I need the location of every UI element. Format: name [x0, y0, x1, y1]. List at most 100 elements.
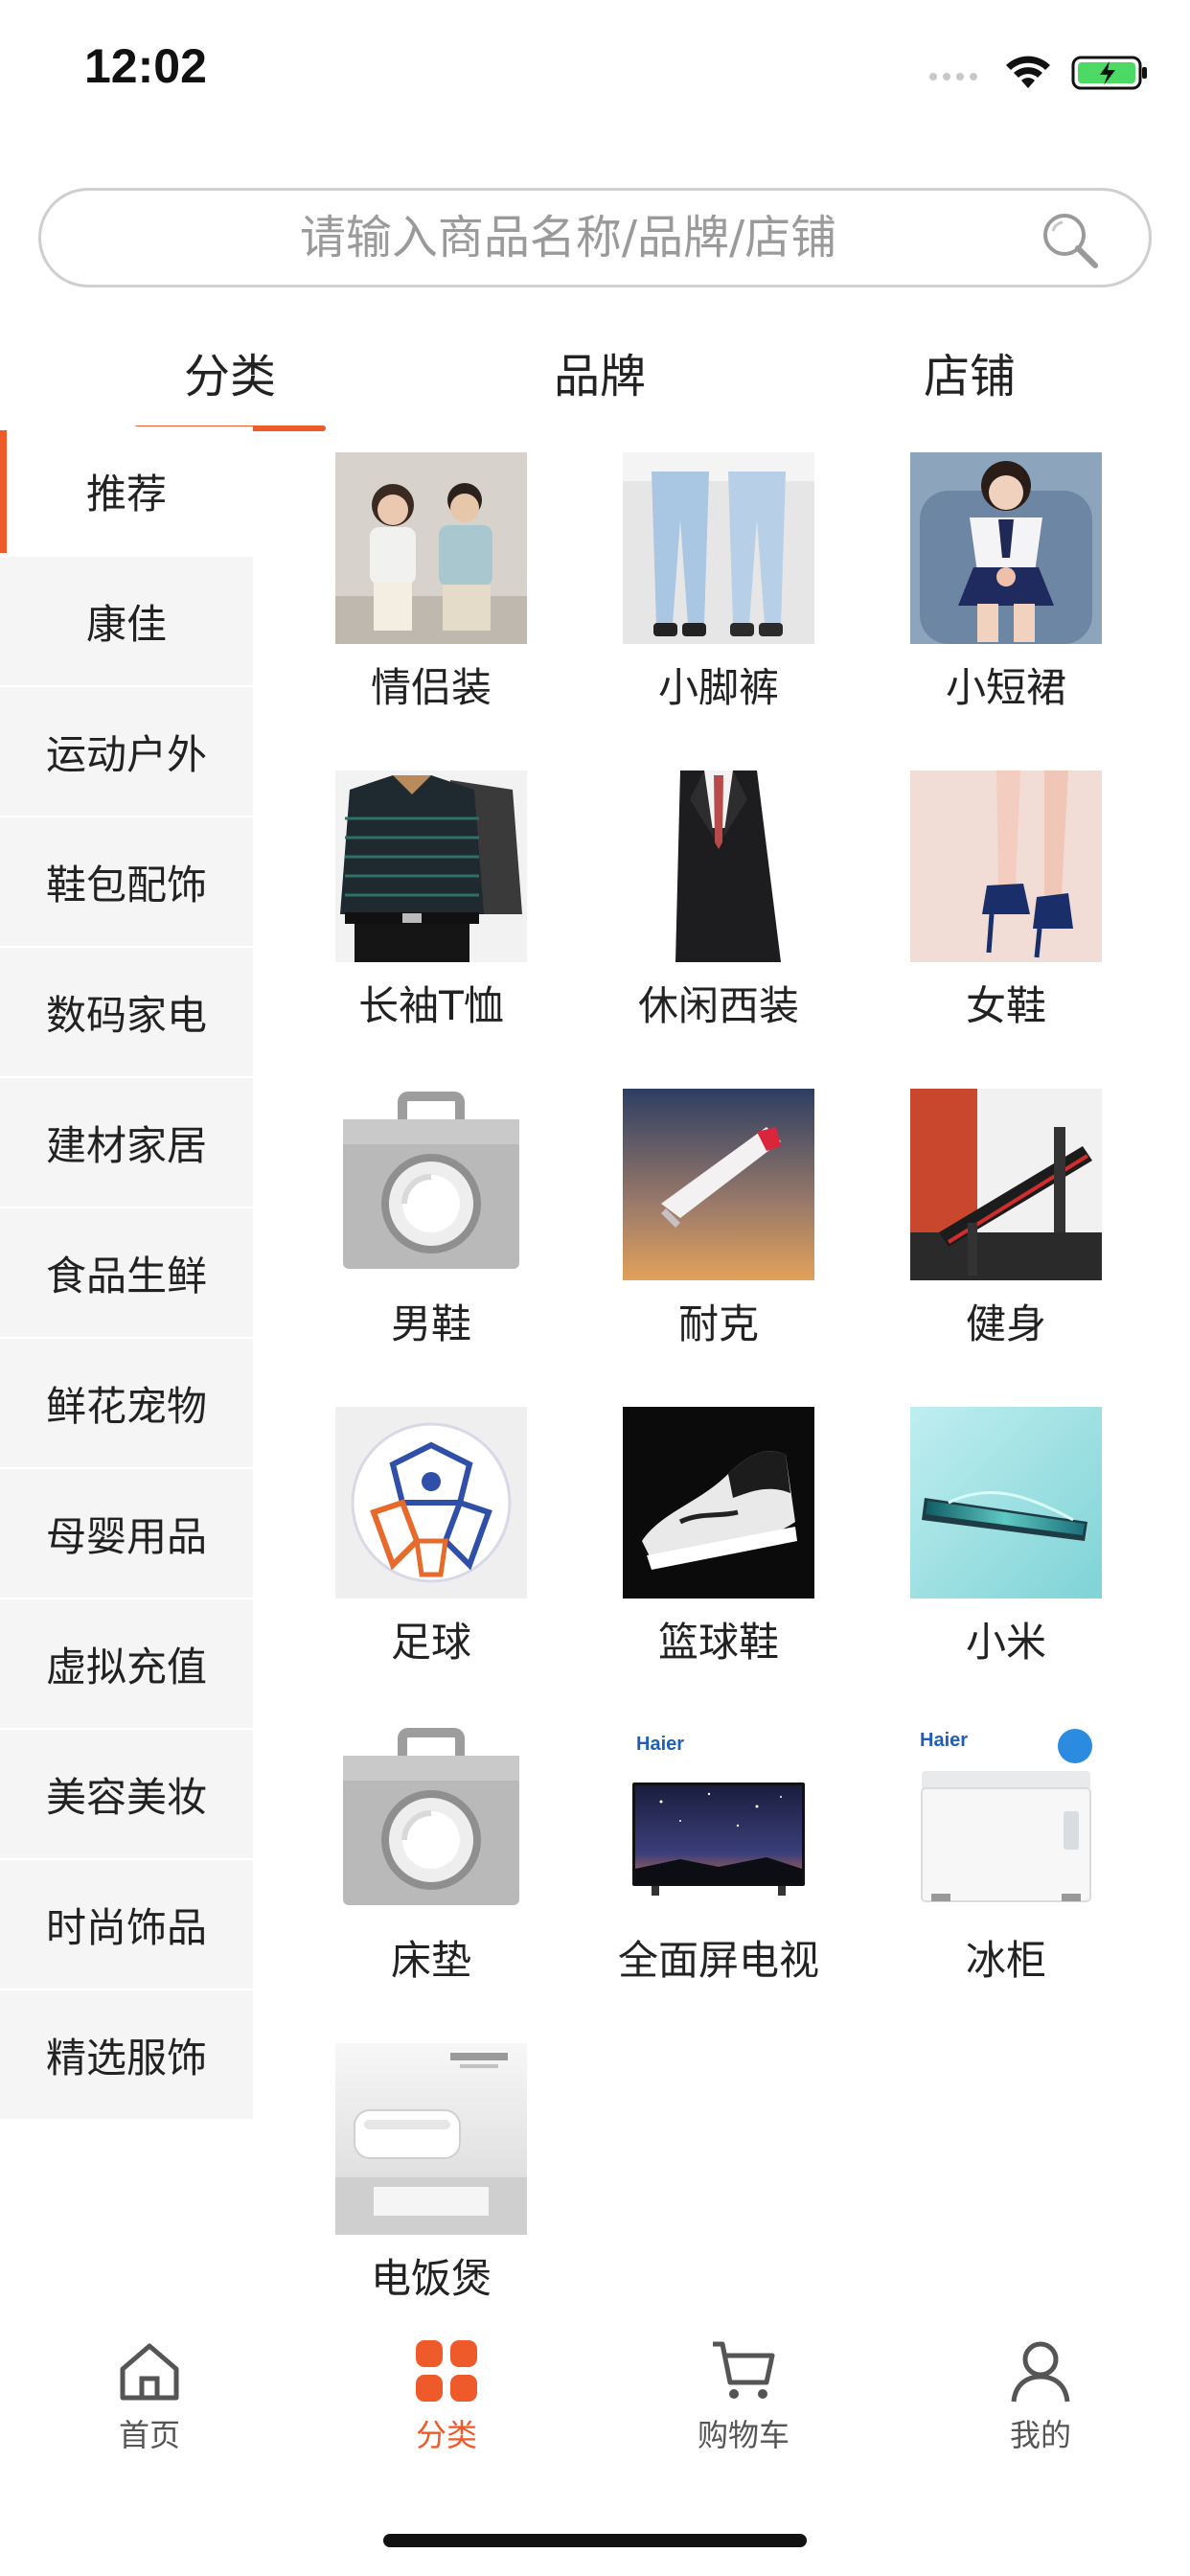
nav-home[interactable]: 首页: [54, 2336, 245, 2461]
tv-thumbnail: Haier: [623, 1725, 814, 1917]
category-item[interactable]: 情侣装: [287, 452, 575, 770]
sidebar-item-beauty[interactable]: 美容美妆: [0, 1730, 253, 1860]
tab-category[interactable]: 分类: [134, 335, 326, 431]
sidebar-item-shoes-bags[interactable]: 鞋包配饰: [0, 817, 253, 948]
camera-placeholder-icon: [335, 1725, 527, 1917]
sidebar-item-label: 精选服饰: [45, 2034, 207, 2082]
battery-icon: [1071, 56, 1147, 90]
long-sleeve-tshirt-thumbnail: [335, 770, 527, 962]
sidebar-item-konka[interactable]: 康佳: [0, 557, 253, 687]
category-label: 小米: [965, 1619, 1046, 1666]
nav-profile[interactable]: 我的: [945, 2336, 1136, 2461]
sidebar-item-label: 美容美妆: [45, 1773, 207, 1821]
haier-logo-text: Haier: [636, 1734, 684, 1755]
category-item[interactable]: 篮球鞋: [575, 1407, 862, 1725]
nav-label: 首页: [118, 2417, 180, 2453]
freezer-thumbnail: Haier: [910, 1725, 1102, 1917]
category-label: 长袖T恤: [358, 982, 504, 1029]
nike-shoe-thumbnail: [623, 1089, 814, 1280]
category-sidebar: 推荐 康佳 运动户外 鞋包配饰 数码家电 建材家居 食品生鲜 鲜花宠物 母婴用品…: [0, 426, 253, 2121]
status-time: 12:02: [84, 39, 207, 93]
sidebar-item-mother-baby[interactable]: 母婴用品: [0, 1469, 253, 1599]
tab-brand[interactable]: 品牌: [504, 335, 696, 431]
category-grid-icon: [416, 2340, 477, 2402]
nav-label: 我的: [1009, 2417, 1071, 2453]
haier-logo-text: Haier: [920, 1730, 968, 1751]
category-label: 男鞋: [390, 1300, 471, 1347]
couple-clothing-thumbnail: [335, 452, 527, 644]
basketball-shoe-thumbnail: [623, 1407, 814, 1598]
category-item[interactable]: 小脚裤: [575, 452, 862, 770]
category-label: 小短裙: [945, 664, 1066, 711]
profile-icon: [1011, 2341, 1070, 2403]
sidebar-item-label: 时尚饰品: [45, 1903, 207, 1951]
sidebar-item-label: 推荐: [85, 470, 167, 518]
sidebar-item-label: 康佳: [85, 600, 167, 648]
sidebar-item-label: 食品生鲜: [45, 1252, 207, 1300]
sidebar-item-fashion-accessories[interactable]: 时尚饰品: [0, 1860, 253, 1990]
category-item[interactable]: 小米: [862, 1407, 1150, 1725]
camera-placeholder-icon: [335, 1089, 527, 1280]
category-item[interactable]: Haier 全面屏电视: [575, 1725, 862, 2043]
home-indicator: [383, 2534, 807, 2547]
wifi-icon: [1006, 56, 1050, 88]
football-thumbnail: [335, 1407, 527, 1598]
category-label: 冰柜: [965, 1937, 1046, 1984]
tab-store-label: 店铺: [923, 350, 1016, 403]
category-label: 小脚裤: [657, 664, 779, 711]
sidebar-item-sports-outdoor[interactable]: 运动户外: [0, 687, 253, 817]
search-icon[interactable]: [1038, 208, 1101, 271]
category-item[interactable]: 小短裙: [862, 452, 1150, 770]
sidebar-item-selected-clothing[interactable]: 精选服饰: [0, 1990, 253, 2121]
sidebar-item-food-fresh[interactable]: 食品生鲜: [0, 1208, 253, 1339]
nav-cart[interactable]: 购物车: [648, 2336, 839, 2461]
sidebar-item-label: 运动户外: [45, 730, 207, 778]
category-item[interactable]: 健身: [862, 1089, 1150, 1407]
sidebar-item-digital-appliances[interactable]: 数码家电: [0, 948, 253, 1078]
tab-brand-label: 品牌: [553, 350, 646, 403]
sidebar-item-label: 鲜花宠物: [45, 1382, 207, 1430]
sidebar-item-label: 数码家电: [45, 991, 207, 1039]
sidebar-item-label: 虚拟充值: [45, 1643, 207, 1690]
skinny-jeans-thumbnail: [623, 452, 814, 644]
search-input[interactable]: [99, 191, 1038, 285]
tab-store[interactable]: 店铺: [874, 335, 1065, 431]
short-skirt-thumbnail: [910, 452, 1102, 644]
category-label: 足球: [390, 1619, 471, 1666]
casual-suit-thumbnail: [623, 770, 814, 962]
status-bar: 12:02: [0, 0, 1190, 144]
nav-label: 分类: [415, 2417, 477, 2453]
fitness-bench-thumbnail: [910, 1089, 1102, 1280]
sidebar-item-flowers-pets[interactable]: 鲜花宠物: [0, 1339, 253, 1469]
category-item[interactable]: 足球: [287, 1407, 575, 1725]
category-item[interactable]: 耐克: [575, 1089, 862, 1407]
category-item[interactable]: 女鞋: [862, 770, 1150, 1089]
sidebar-item-recommend[interactable]: 推荐: [0, 426, 253, 557]
category-item[interactable]: 休闲西装: [575, 770, 862, 1089]
status-icons: [927, 50, 1150, 96]
bottom-navigation: 首页 分类 购物车 我的: [0, 2319, 1190, 2472]
sidebar-item-virtual-recharge[interactable]: 虚拟充值: [0, 1599, 253, 1730]
category-grid: 情侣装 小脚裤 小短裙 长袖T恤 休闲西装 女鞋 男鞋 耐克 健身 足球 篮球鞋…: [287, 452, 1169, 2361]
category-item[interactable]: 长袖T恤: [287, 770, 575, 1089]
category-label: 床垫: [390, 1937, 471, 1984]
sidebar-item-label: 母婴用品: [45, 1512, 207, 1560]
home-icon: [120, 2343, 179, 2401]
category-label: 电饭煲: [370, 2255, 492, 2302]
cellular-signal-icon: [929, 73, 977, 80]
nav-category[interactable]: 分类: [351, 2336, 542, 2461]
category-item[interactable]: 电饭煲: [287, 2043, 575, 2361]
category-label: 女鞋: [965, 982, 1046, 1029]
category-label: 健身: [965, 1300, 1046, 1347]
category-label: 篮球鞋: [657, 1619, 779, 1666]
nav-label: 购物车: [697, 2417, 790, 2453]
sidebar-item-building-home[interactable]: 建材家居: [0, 1078, 253, 1208]
search-box[interactable]: [38, 188, 1152, 288]
category-item[interactable]: 床垫: [287, 1725, 575, 2043]
tab-category-label: 分类: [183, 350, 276, 403]
sidebar-item-label: 建材家居: [45, 1121, 207, 1169]
category-label: 情侣装: [370, 664, 492, 711]
category-item[interactable]: 男鞋: [287, 1089, 575, 1407]
xiaomi-phone-thumbnail: [910, 1407, 1102, 1598]
category-item[interactable]: Haier 冰柜: [862, 1725, 1150, 2043]
